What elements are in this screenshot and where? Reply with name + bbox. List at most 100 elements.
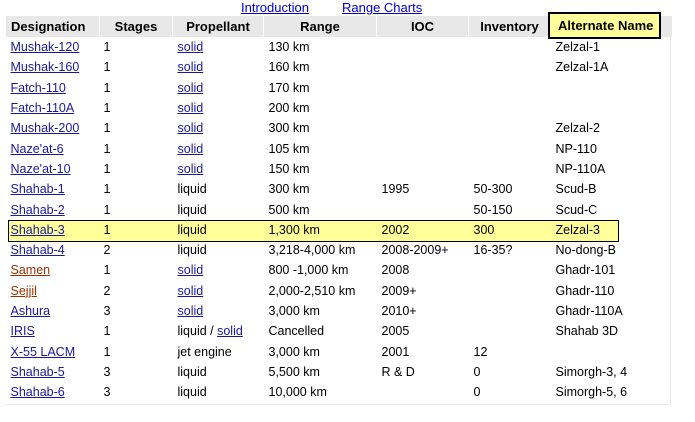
stages-cell: 1 [100,78,173,98]
range-cell: 3,218-4,000 km [264,240,377,260]
propellant-cell: liquid [173,220,264,240]
range-cell: 300 km [264,179,377,199]
stages-cell: 1 [100,98,173,118]
range-value: 170 km [268,80,310,95]
designation-link[interactable]: Shahab-4 [11,243,65,257]
designation-link[interactable]: IRIS [11,324,35,338]
table-row: Ashura 3 solid 3,000 km 2010+ Ghadr-110A [6,301,672,321]
stages-value: 2 [103,283,111,298]
designation-cell: X-55 LACM [6,341,100,361]
propellant-cell: solid [173,37,264,57]
stages-value: 1 [103,344,111,359]
propellant-cell: jet engine [173,341,264,361]
range-value: 800 -1,000 km [268,263,349,278]
designation-link[interactable]: Fatch-110 [11,81,66,95]
designation-link[interactable]: Mushak-120 [11,40,80,54]
designation-cell: Shahab-6 [6,382,100,402]
designation-link[interactable]: Shahab-1 [11,182,65,196]
range-cell: 130 km [264,37,377,57]
designation-link[interactable]: Naze'at-6 [11,142,64,156]
range-value: 300 km [268,121,310,136]
designation-link[interactable]: Mushak-200 [11,121,80,135]
propellant-cell: solid [173,138,264,158]
designation-link[interactable]: Shahab-3 [11,223,65,237]
range-value: 3,000 km [268,344,320,359]
range-cell: 3,000 km [264,301,377,321]
inventory-cell: 0 [469,362,551,382]
alternate-name-value: Ghadr-110A [555,304,623,318]
alternate-name-cell: No-dong-B [551,240,672,260]
stages-value: 1 [103,263,111,278]
stages-value: 1 [103,161,111,176]
ioc-cell: 2008-2009+ [377,240,469,260]
designation-link[interactable]: Sejjil [11,284,37,298]
ioc-value: 1995 [381,182,410,197]
designation-link[interactable]: Shahab-6 [11,385,65,399]
alternate-name-cell: Ghadr-110A [551,301,672,321]
ioc-cell [377,57,469,77]
designation-cell: Mushak-120 [6,37,100,57]
propellant-link[interactable]: solid [178,284,204,298]
ioc-cell [377,37,469,57]
inventory-value: 16-35? [473,243,513,258]
header-inventory[interactable]: Inventory [468,16,551,37]
propellant-link[interactable]: solid [178,142,204,156]
alternate-name-value: Ghadr-101 [555,263,616,278]
table-bottom-border [5,404,671,405]
designation-link[interactable]: Shahab-2 [11,203,65,217]
propellant-link[interactable]: solid [217,324,243,338]
designation-link[interactable]: Samen [11,263,51,277]
designation-link[interactable]: Naze'at-10 [11,162,71,176]
propellant-link[interactable]: solid [178,162,204,176]
designation-link[interactable]: Shahab-5 [11,365,65,379]
table-row: Shahab-5 3 liquid 5,500 km R & D 0 Simorgh-3, … [6,362,672,382]
propellant-value: liquid [177,385,207,400]
header-range[interactable]: Range [263,16,377,37]
propellant-link[interactable]: solid [178,60,204,74]
header-propellant[interactable]: Propellant [172,16,264,37]
propellant-link[interactable]: solid [178,81,204,95]
stages-cell: 1 [100,57,173,77]
propellant-link[interactable]: solid [178,121,204,135]
designation-cell: Fatch-110A [6,98,100,118]
propellant-link[interactable]: solid [178,304,204,318]
propellant-link[interactable]: solid [178,40,204,54]
designation-cell: Sejjil [6,281,100,301]
stages-cell: 2 [100,281,173,301]
alternate-name-value: Zelzal-1 [555,40,600,55]
alternate-name-cell: Zelzal-2 [551,118,672,138]
stages-value: 1 [103,121,111,136]
header-ioc[interactable]: IOC [376,16,469,37]
range-cell: 150 km [264,159,377,179]
ioc-value: 2008 [381,263,410,278]
range-cell: 3,000 km [264,341,377,361]
designation-link[interactable]: Fatch-110A [11,101,75,115]
range-value: 160 km [268,60,310,75]
stages-cell: 1 [100,159,173,179]
inventory-cell [469,138,551,158]
designation-link[interactable]: Mushak-160 [11,60,80,74]
stages-cell: 1 [100,138,173,158]
introduction-link[interactable]: Introduction [241,0,309,15]
inventory-value: 50-150 [473,202,513,217]
table-row: Fatch-110A 1 solid 200 km [6,98,672,118]
stages-value: 1 [103,222,111,237]
designation-link[interactable]: Ashura [11,304,51,318]
inventory-cell: 12 [469,341,551,361]
header-designation[interactable]: Designation [5,16,100,37]
propellant-link[interactable]: solid [178,101,204,115]
ioc-cell [377,98,469,118]
ioc-value: 2002 [381,222,410,237]
alternate-name-cell: Zelzal-3 [551,220,672,240]
header-stages[interactable]: Stages [99,16,173,37]
designation-cell: Fatch-110 [6,78,100,98]
stages-cell: 3 [100,362,173,382]
table-row: Shahab-2 1 liquid 500 km 50-150 Scud-C [6,199,672,219]
range-charts-link[interactable]: Range Charts [342,0,422,15]
table-row: Naze'at-6 1 solid 105 km NP-110 [6,138,672,158]
propellant-value: liquid [177,243,207,258]
designation-link[interactable]: X-55 LACM [11,345,76,359]
alternate-name-value: Zelzal-3 [555,222,600,237]
propellant-link[interactable]: solid [178,263,204,277]
propellant-cell: liquid [173,362,264,382]
